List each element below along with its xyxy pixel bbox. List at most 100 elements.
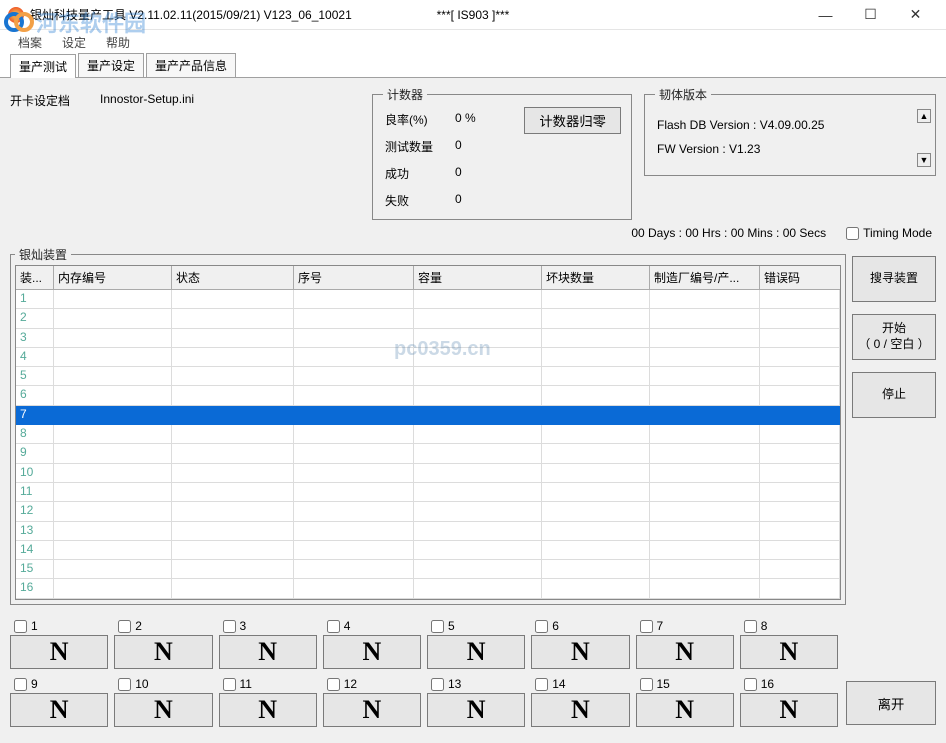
port-checkbox[interactable]: 9: [14, 677, 108, 691]
table-row[interactable]: 2: [16, 309, 840, 328]
table-row[interactable]: 1: [16, 290, 840, 309]
col-badblocks[interactable]: 坏块数量: [542, 266, 650, 289]
menu-settings[interactable]: 设定: [52, 32, 96, 53]
port-checkbox-input[interactable]: [640, 678, 653, 691]
port-checkbox-input[interactable]: [535, 678, 548, 691]
tab-mp-test[interactable]: 量产测试: [10, 54, 76, 78]
port-cell: 7N: [636, 619, 734, 669]
col-manufacturer[interactable]: 制造厂编号/产...: [650, 266, 760, 289]
scroll-up-icon[interactable]: ▲: [917, 109, 931, 123]
minimize-button[interactable]: —: [803, 0, 848, 30]
table-cell: [760, 290, 840, 309]
table-cell: 3: [16, 329, 54, 348]
table-row[interactable]: 10: [16, 464, 840, 483]
timing-mode-input[interactable]: [846, 227, 859, 240]
menu-help[interactable]: 帮助: [96, 32, 140, 53]
table-row[interactable]: 12: [16, 502, 840, 521]
search-device-button[interactable]: 搜寻装置: [852, 256, 936, 302]
port-number: 12: [344, 677, 357, 691]
table-cell: [542, 386, 650, 405]
port-number: 15: [657, 677, 670, 691]
port-checkbox[interactable]: 6: [535, 619, 629, 633]
port-checkbox-input[interactable]: [744, 678, 757, 691]
table-cell: [414, 502, 542, 521]
table-row[interactable]: 3: [16, 329, 840, 348]
table-cell: [650, 522, 760, 541]
tab-mp-settings[interactable]: 量产设定: [78, 53, 144, 77]
table-cell: [294, 367, 414, 386]
table-cell: [54, 579, 172, 598]
port-checkbox[interactable]: 12: [327, 677, 421, 691]
scroll-down-icon[interactable]: ▼: [917, 153, 931, 167]
port-checkbox[interactable]: 7: [640, 619, 734, 633]
port-cell: 14N: [531, 677, 629, 727]
port-checkbox-input[interactable]: [14, 620, 27, 633]
port-checkbox-input[interactable]: [327, 678, 340, 691]
port-checkbox[interactable]: 13: [431, 677, 525, 691]
firmware-version-group: 韧体版本 Flash DB Version : V4.09.00.25 FW V…: [644, 86, 936, 176]
col-status[interactable]: 状态: [172, 266, 294, 289]
port-checkbox[interactable]: 4: [327, 619, 421, 633]
table-cell: [294, 579, 414, 598]
port-checkbox-input[interactable]: [744, 620, 757, 633]
counter-reset-button[interactable]: 计数器归零: [524, 107, 621, 134]
table-row[interactable]: 4: [16, 348, 840, 367]
port-checkbox-input[interactable]: [327, 620, 340, 633]
table-row[interactable]: 14: [16, 541, 840, 560]
table-cell: [650, 541, 760, 560]
close-button[interactable]: ✕: [893, 0, 938, 30]
port-checkbox-input[interactable]: [640, 620, 653, 633]
port-number: 6: [552, 619, 559, 633]
port-checkbox-input[interactable]: [118, 678, 131, 691]
table-cell: [294, 560, 414, 579]
port-checkbox-input[interactable]: [118, 620, 131, 633]
device-grid[interactable]: 装... 内存编号 状态 序号 容量 坏块数量 制造厂编号/产... 错误码 1…: [15, 265, 841, 600]
port-checkbox[interactable]: 16: [744, 677, 838, 691]
table-row[interactable]: 6: [16, 386, 840, 405]
table-cell: [294, 541, 414, 560]
menu-bar: 档案 设定 帮助: [0, 30, 946, 54]
port-number: 3: [240, 619, 247, 633]
table-cell: [650, 579, 760, 598]
table-row[interactable]: 11: [16, 483, 840, 502]
stop-button[interactable]: 停止: [852, 372, 936, 418]
col-device[interactable]: 装...: [16, 266, 54, 289]
port-checkbox-input[interactable]: [535, 620, 548, 633]
port-checkbox-input[interactable]: [14, 678, 27, 691]
table-row[interactable]: 7: [16, 406, 840, 425]
table-row[interactable]: 16: [16, 579, 840, 598]
port-number: 13: [448, 677, 461, 691]
port-checkbox[interactable]: 3: [223, 619, 317, 633]
start-button[interactable]: 开始 （ 0 / 空白 ）: [852, 314, 936, 360]
port-checkbox[interactable]: 10: [118, 677, 212, 691]
port-number: 1: [31, 619, 38, 633]
table-row[interactable]: 13: [16, 522, 840, 541]
table-row[interactable]: 5: [16, 367, 840, 386]
col-memory-id[interactable]: 内存编号: [54, 266, 172, 289]
port-checkbox-input[interactable]: [431, 678, 444, 691]
col-serial[interactable]: 序号: [294, 266, 414, 289]
port-checkbox[interactable]: 14: [535, 677, 629, 691]
timing-mode-checkbox[interactable]: Timing Mode: [846, 226, 932, 240]
port-checkbox[interactable]: 8: [744, 619, 838, 633]
port-checkbox[interactable]: 2: [118, 619, 212, 633]
port-checkbox-input[interactable]: [431, 620, 444, 633]
table-cell: [54, 386, 172, 405]
tab-mp-info[interactable]: 量产产品信息: [146, 53, 236, 77]
port-checkbox[interactable]: 5: [431, 619, 525, 633]
port-checkbox[interactable]: 15: [640, 677, 734, 691]
port-checkbox-input[interactable]: [223, 620, 236, 633]
table-row[interactable]: 9: [16, 444, 840, 463]
port-checkbox-input[interactable]: [223, 678, 236, 691]
col-errorcode[interactable]: 错误码: [760, 266, 840, 289]
table-row[interactable]: 15: [16, 560, 840, 579]
menu-file[interactable]: 档案: [8, 32, 52, 53]
maximize-button[interactable]: ☐: [848, 0, 893, 30]
table-row[interactable]: 8: [16, 425, 840, 444]
port-checkbox[interactable]: 1: [14, 619, 108, 633]
table-cell: [542, 425, 650, 444]
col-capacity[interactable]: 容量: [414, 266, 542, 289]
table-cell: [650, 309, 760, 328]
port-checkbox[interactable]: 11: [223, 677, 317, 691]
exit-button[interactable]: 离开: [846, 681, 936, 725]
